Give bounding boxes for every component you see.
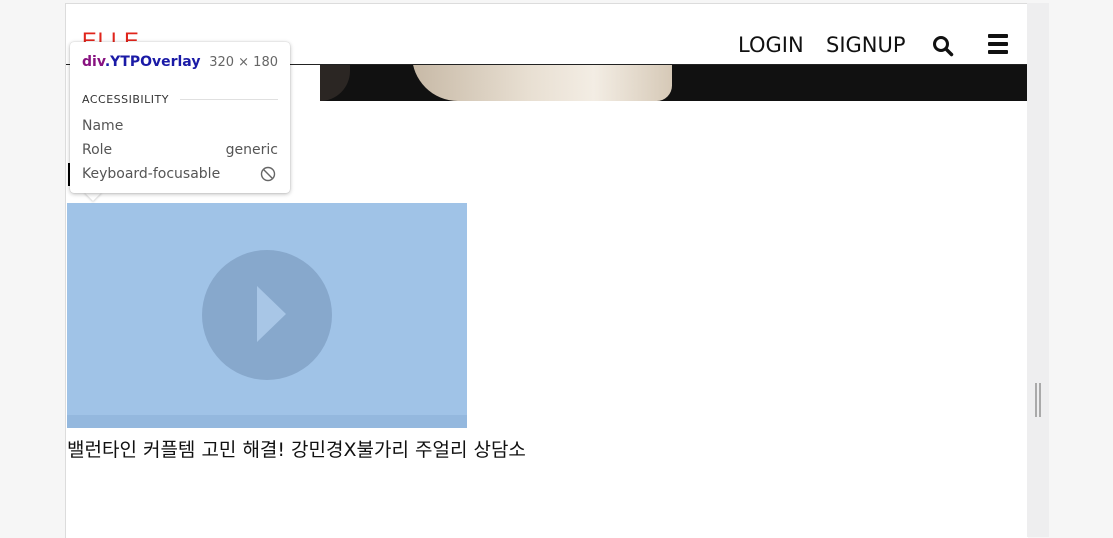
video-title[interactable]: 밸런타인 커플템 고민 해결! 강민경X불가리 주얼리 상담소 bbox=[67, 435, 526, 462]
hamburger-menu-icon[interactable] bbox=[988, 34, 1008, 56]
video-controls-bar bbox=[67, 415, 467, 428]
resize-handle[interactable] bbox=[1035, 383, 1041, 417]
page-gutter bbox=[1027, 3, 1049, 537]
video-overlay-highlight[interactable] bbox=[67, 203, 467, 428]
hero-image-strip bbox=[320, 65, 1028, 101]
accessibility-section-label: ACCESSIBILITY bbox=[82, 93, 169, 106]
login-link[interactable]: LOGIN bbox=[738, 33, 804, 57]
a11y-focusable-label: Keyboard-focusable bbox=[82, 166, 221, 182]
a11y-name-label: Name bbox=[82, 118, 124, 134]
a11y-role-value: generic bbox=[225, 142, 278, 158]
tooltip-arrow bbox=[84, 192, 102, 201]
search-icon[interactable] bbox=[932, 35, 954, 57]
a11y-role-label: Role bbox=[82, 142, 113, 158]
devtools-inspect-tooltip: div.YTPOverlay 320 × 180 ACCESSIBILITY N… bbox=[70, 42, 290, 193]
play-icon[interactable] bbox=[202, 250, 332, 380]
signup-link[interactable]: SIGNUP bbox=[826, 33, 906, 57]
ban-icon bbox=[260, 166, 276, 182]
element-selector: div.YTPOverlay bbox=[82, 54, 201, 70]
element-dimensions: 320 × 180 bbox=[209, 55, 278, 70]
